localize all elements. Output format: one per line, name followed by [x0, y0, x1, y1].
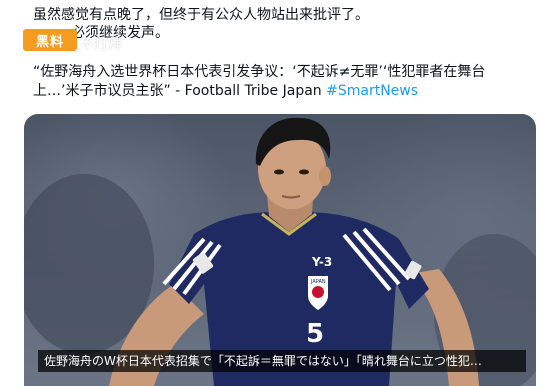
jersey-brand: Y-3	[311, 255, 332, 269]
jersey-crest-text: JAPAN	[310, 279, 326, 285]
player-photo: Y-3 JAPAN 5	[24, 117, 536, 386]
hashtag-link[interactable]: #SmartNews	[326, 83, 418, 99]
post-line-1: 虽然感觉有点晚了，但终于有公众人物站出来批评了。	[33, 7, 369, 23]
link-preview-card[interactable]: Y-3 JAPAN 5 佐野海舟のW杯日本代表招集で「不起訴＝無罪ではない」「晴…	[24, 114, 536, 386]
watermark-badge: 黑料	[23, 29, 77, 51]
watermark-text: 不打烊	[80, 37, 122, 53]
post-line-4: 上…’米子市议员主张” - Football Tribe Japan #Smar…	[33, 82, 418, 100]
jersey-number: 5	[306, 319, 324, 349]
post-line-3: “佐野海舟入选世界杯日本代表引发争议：‘不起诉≠无罪’‘性犯罪者在舞台	[33, 64, 486, 80]
post-line-4-text: 上…’米子市议员主张” - Football Tribe Japan	[33, 83, 327, 99]
card-caption: 佐野海舟のW杯日本代表招集で「不起訴＝無罪ではない」「晴れ舞台に立つ性犯…	[38, 350, 526, 372]
